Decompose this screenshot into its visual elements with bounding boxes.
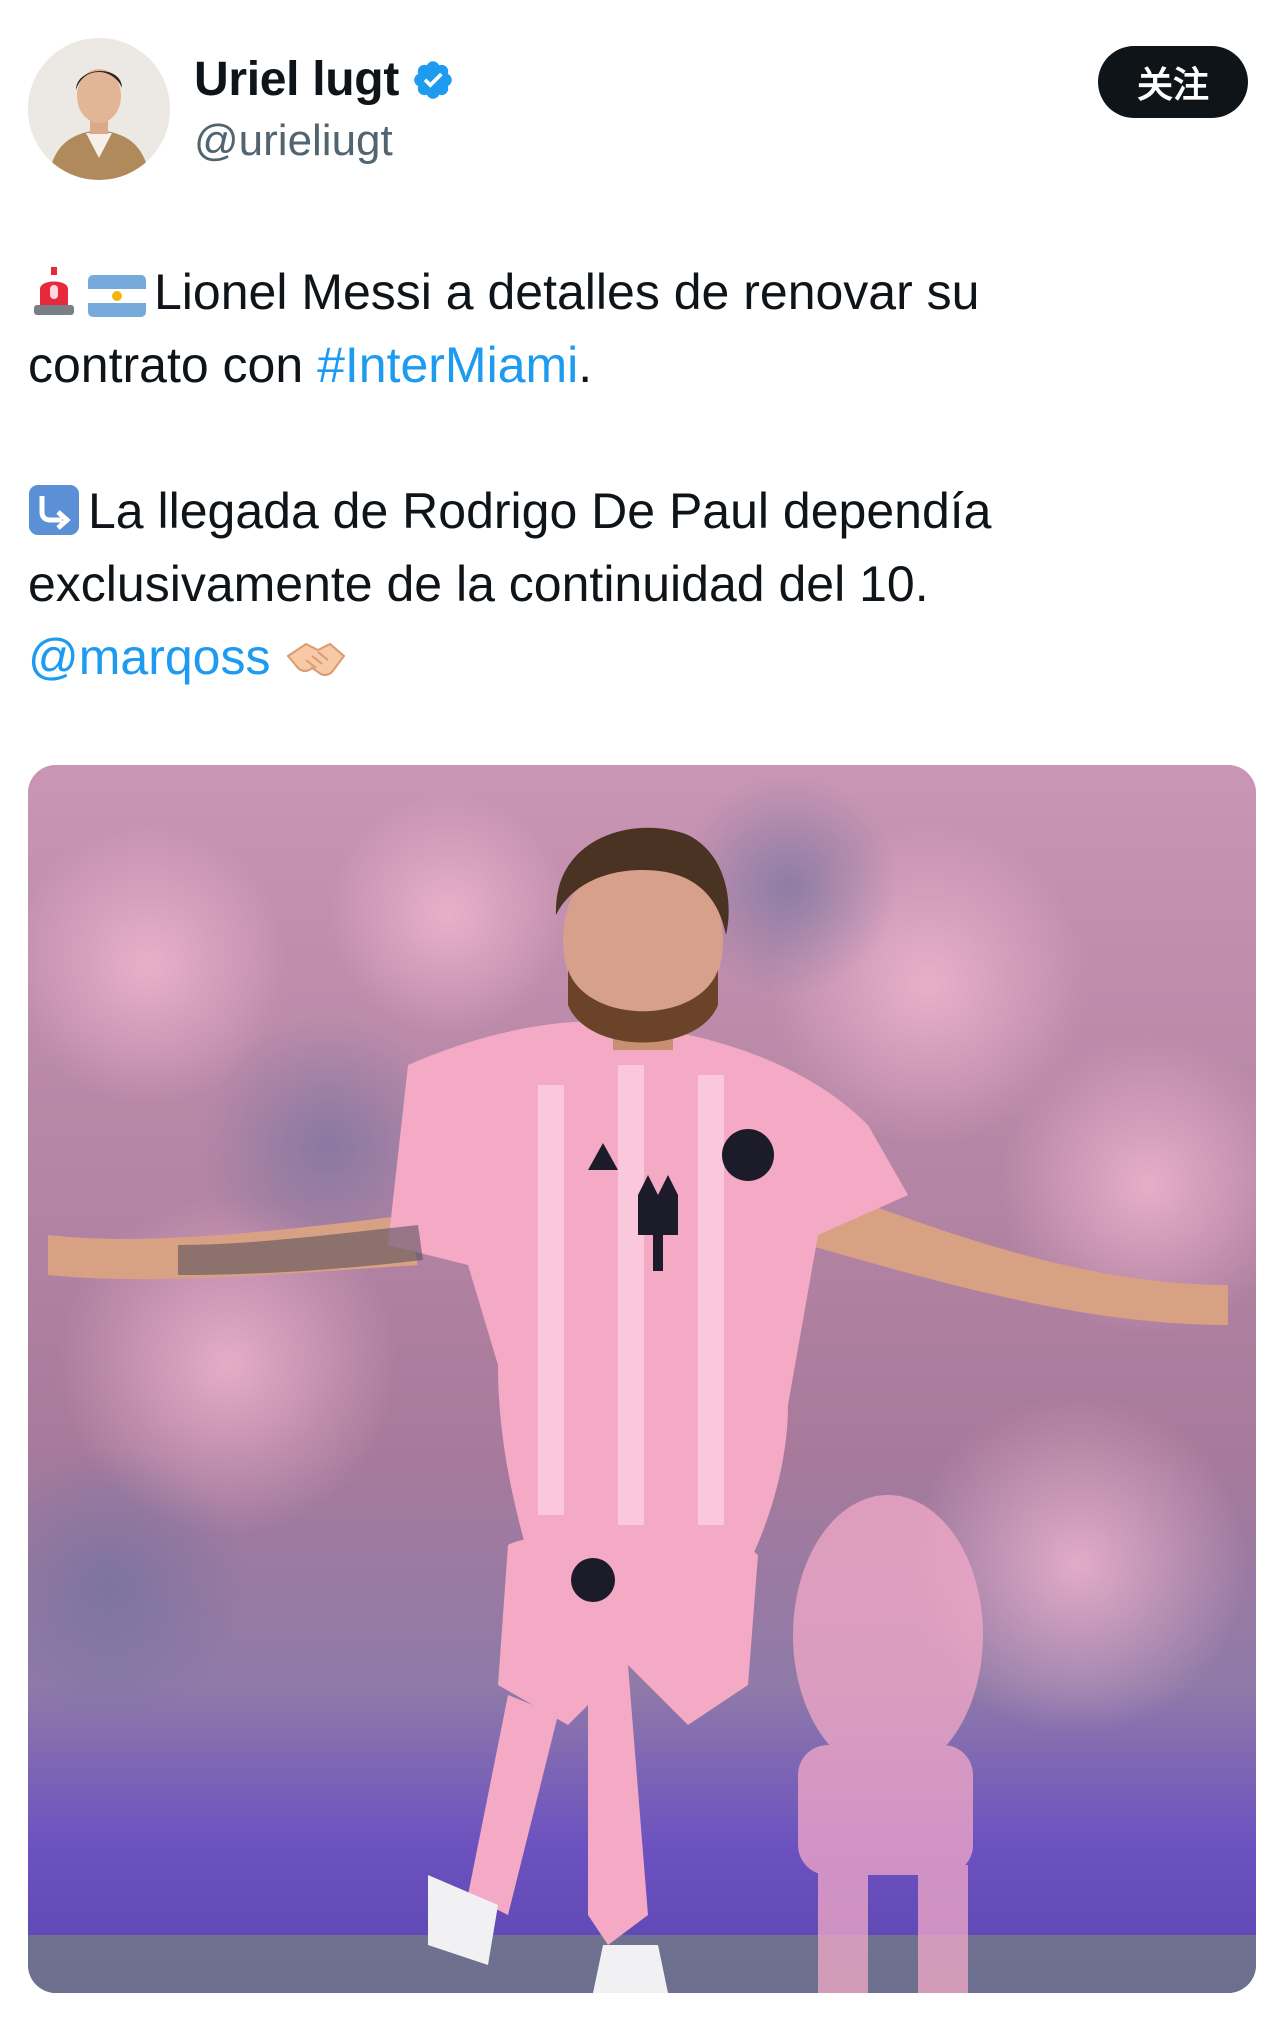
- tweet-paragraph-2: La llegada de Rodrigo De Paul dependía e…: [28, 475, 1248, 694]
- follow-button[interactable]: 关注: [1098, 46, 1248, 118]
- tweet-para2-line-2: exclusivamente de la continuidad del 10.: [28, 556, 929, 612]
- arrow-curving-right-icon: [29, 485, 79, 535]
- handshake-icon: [286, 642, 346, 676]
- tweet-line-2: contrato con: [28, 337, 304, 393]
- name-row: Uriel lugt: [194, 52, 455, 107]
- display-name[interactable]: Uriel lugt: [194, 52, 399, 107]
- tweet-para2-line-1: La llegada de Rodrigo De Paul dependía: [88, 483, 992, 539]
- messi-celebration-photo: [28, 765, 1256, 1993]
- mention-link[interactable]: @marqoss: [28, 629, 270, 685]
- avatar[interactable]: [28, 38, 170, 180]
- tweet-line-1: Lionel Messi a detalles de renovar su: [154, 264, 980, 320]
- verified-badge-icon: [414, 60, 452, 99]
- tweet-text: Lionel Messi a detalles de renovar su co…: [28, 256, 1248, 694]
- argentina-flag-icon: [88, 275, 146, 317]
- rotating-light-icon: [34, 267, 74, 315]
- avatar-image: [28, 38, 170, 180]
- tweet-media-photo[interactable]: [28, 765, 1256, 1993]
- tweet-header: Uriel lugt @urieliugt 关注: [28, 38, 1256, 182]
- tweet-paragraph-1: Lionel Messi a detalles de renovar su co…: [28, 256, 1248, 402]
- hashtag-link[interactable]: #InterMiami: [317, 337, 578, 393]
- handle[interactable]: @urieliugt: [194, 116, 393, 166]
- tweet-period: .: [578, 337, 593, 393]
